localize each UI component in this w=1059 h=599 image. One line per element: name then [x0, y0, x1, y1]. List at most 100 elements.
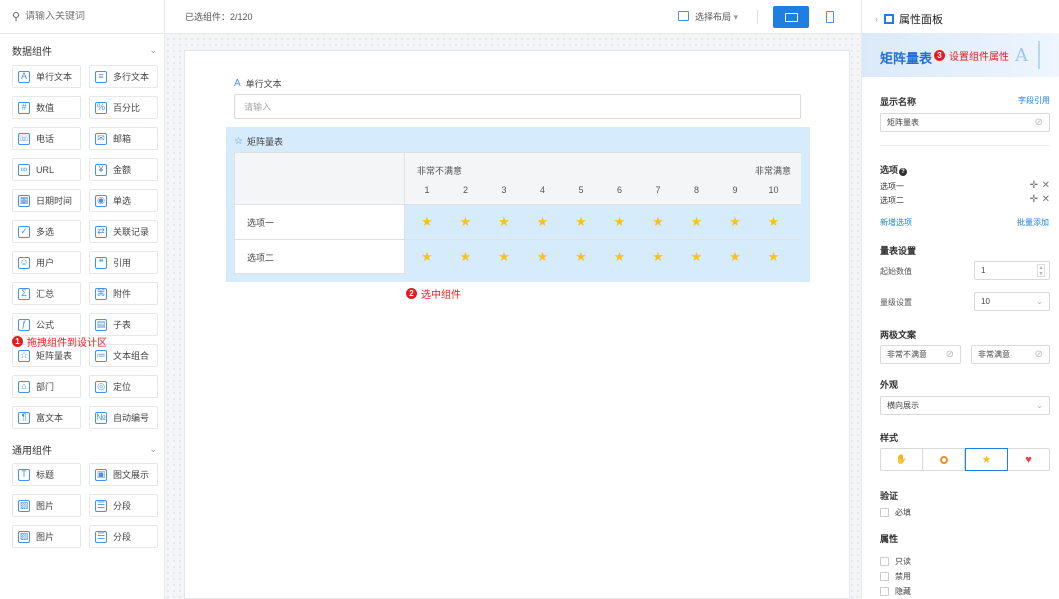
readonly-checkbox[interactable]: 只读 [880, 556, 911, 567]
delete-icon[interactable]: ✕ [1042, 194, 1050, 205]
disabled-checkbox[interactable]: 禁用 [880, 571, 911, 582]
scale-number: 1 [424, 185, 430, 195]
component-label: 分段 [113, 532, 132, 542]
levels-value: 10 [981, 297, 990, 306]
start-value: 1 [981, 266, 986, 275]
component-item[interactable]: Σ 汇总 [12, 282, 81, 305]
style-circle-option[interactable] [923, 449, 965, 470]
chevron-right-icon: › [875, 14, 878, 24]
component-item[interactable]: ▨ 图片 [12, 525, 81, 548]
end-text-low-input[interactable]: 非常不满意 ⊘ [880, 345, 961, 364]
end-text-high-input[interactable]: 非常满意 ⊘ [971, 345, 1050, 364]
section-common-header[interactable]: 通用组件 ⌄ [12, 442, 157, 457]
star-icon[interactable]: ★ [533, 249, 553, 265]
component-item[interactable]: ▤ 子表 [89, 313, 158, 336]
drag-handle-icon[interactable]: ✛ [1030, 194, 1038, 205]
component-item[interactable]: ☰ 分段 [89, 525, 158, 548]
component-item[interactable]: ⌂ 部门 [12, 375, 81, 398]
stepper-icon[interactable]: ▲ ▼ [1037, 264, 1045, 277]
component-item[interactable]: ≡ 多行文本 [89, 65, 158, 88]
component-item[interactable]: A 单行文本 [12, 65, 81, 88]
component-item[interactable]: ⇄ 关联记录 [89, 220, 158, 243]
component-item[interactable]: ❝ 引用 [89, 251, 158, 274]
style-thumb-option[interactable]: ✋ [881, 449, 923, 470]
clear-icon[interactable]: ⊘ [946, 349, 954, 360]
text-input[interactable]: 请输入 [234, 94, 801, 119]
scale-number: 2 [462, 185, 468, 195]
start-value-input[interactable]: 1 ▲ ▼ [974, 261, 1050, 280]
component-item[interactable]: ▨ 图片 [12, 494, 81, 517]
component-item[interactable]: T 标题 [12, 463, 81, 486]
appearance-select[interactable]: 横向展示 ⌄ [880, 396, 1050, 415]
end-text-label: 两极文案 [880, 330, 917, 340]
star-icon[interactable]: ★ [456, 214, 476, 230]
component-item[interactable]: ☰ 分段 [89, 494, 158, 517]
star-icon[interactable]: ★ [648, 249, 668, 265]
radio-icon: ◉ [95, 194, 107, 207]
text-a-icon: A [234, 78, 241, 89]
search-bar[interactable]: ⚲ [0, 0, 165, 34]
component-item[interactable]: ◎ 定位 [89, 375, 158, 398]
style-heart-option[interactable]: ♥ [1008, 449, 1049, 470]
component-item[interactable]: ƒ 公式 [12, 313, 81, 336]
component-item[interactable]: ⌘ 附件 [89, 282, 158, 305]
display-name-input[interactable]: 矩阵量表 ⊘ [880, 113, 1050, 132]
star-icon[interactable]: ★ [571, 249, 591, 265]
component-item[interactable]: ▣ 图文展示 [89, 463, 158, 486]
component-item[interactable]: ✉ 邮箱 [89, 127, 158, 150]
star-outline-icon: ☆ [234, 136, 243, 147]
star-icon[interactable]: ★ [494, 249, 514, 265]
matrix-scale-component[interactable]: ☆ 矩阵量表 非常不满意 非常满意 1 2 3 4 5 6 7 8 9 10 选项一 ★ ★ ★ ★ ★ ★ ★… [226, 127, 810, 282]
star-icon[interactable]: ★ [571, 214, 591, 230]
add-option-link[interactable]: 新增选项 [880, 217, 912, 228]
component-item[interactable]: ¥ 金额 [89, 158, 158, 181]
star-icon[interactable]: ★ [456, 249, 476, 265]
layout-select[interactable]: 选择布局 ▾ [695, 10, 738, 23]
star-icon[interactable]: ★ [764, 249, 784, 265]
drag-handle-icon[interactable]: ✛ [1030, 180, 1038, 191]
levels-select[interactable]: 10 ⌄ [974, 292, 1050, 311]
star-icon[interactable]: ★ [648, 214, 668, 230]
component-item[interactable]: ✓ 多选 [12, 220, 81, 243]
clear-icon[interactable]: ⊘ [1035, 117, 1043, 128]
hint-drag: 1 拖拽组件到设计区 [12, 334, 107, 349]
text-combine-icon: ≔ [95, 349, 107, 362]
search-input[interactable] [25, 11, 146, 22]
star-icon[interactable]: ★ [494, 214, 514, 230]
star-icon[interactable]: ★ [610, 214, 630, 230]
bulk-add-link[interactable]: 批量添加 [1017, 217, 1049, 228]
scale-number: 3 [501, 185, 507, 195]
star-icon[interactable]: ★ [417, 249, 437, 265]
hidden-checkbox[interactable]: 隐藏 [880, 586, 911, 597]
component-item[interactable]: # 数值 [12, 96, 81, 119]
star-icon[interactable]: ★ [687, 249, 707, 265]
hint-text: 拖拽组件到设计区 [27, 338, 107, 349]
component-item[interactable]: ¶ 富文本 [12, 406, 81, 429]
component-item[interactable]: % 百分比 [89, 96, 158, 119]
delete-icon[interactable]: ✕ [1042, 180, 1050, 191]
star-icon[interactable]: ★ [725, 249, 745, 265]
style-star-option[interactable]: ★ [965, 448, 1008, 471]
component-item[interactable]: ∞ URL [12, 158, 81, 181]
star-icon[interactable]: ★ [417, 214, 437, 230]
required-checkbox[interactable]: 必填 [880, 507, 911, 518]
component-item[interactable]: ▦ 日期时间 [12, 189, 81, 212]
mobile-view-button[interactable] [814, 6, 846, 28]
location-icon: ◎ [95, 380, 107, 393]
desktop-view-button[interactable] [773, 6, 809, 28]
component-item[interactable]: № 自动编号 [89, 406, 158, 429]
appearance-label: 外观 [880, 380, 899, 390]
component-item[interactable]: ☺ 用户 [12, 251, 81, 274]
star-icon[interactable]: ★ [764, 214, 784, 230]
star-icon[interactable]: ★ [687, 214, 707, 230]
star-icon[interactable]: ★ [533, 214, 553, 230]
field-reference-link[interactable]: 字段引用 [1018, 95, 1050, 106]
levels-label: 量级设置 [880, 298, 912, 307]
star-icon[interactable]: ★ [725, 214, 745, 230]
section-data-header[interactable]: 数据组件 ⌄ [12, 43, 157, 58]
star-icon[interactable]: ★ [610, 249, 630, 265]
option-text: 选项一 [880, 182, 904, 191]
component-item[interactable]: ◉ 单选 [89, 189, 158, 212]
clear-icon[interactable]: ⊘ [1035, 349, 1043, 360]
component-item[interactable]: ☏ 电话 [12, 127, 81, 150]
